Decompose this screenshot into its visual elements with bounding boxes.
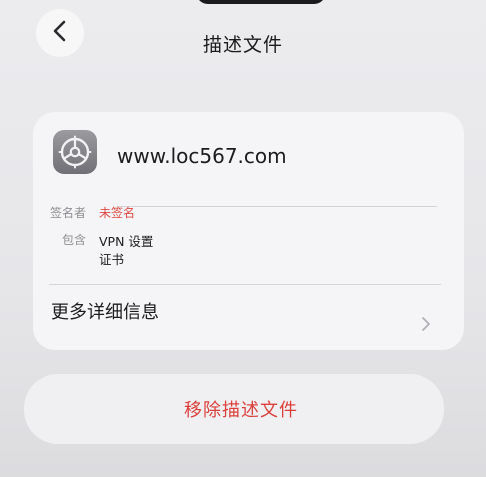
signer-label: 签名者 <box>50 206 87 220</box>
profile-name: www.loc567.com <box>117 144 287 168</box>
dynamic-island <box>196 0 326 4</box>
divider <box>49 284 441 285</box>
remove-profile-label: 移除描述文件 <box>184 400 298 421</box>
contains-certificate: 证书 <box>99 252 125 267</box>
divider <box>117 206 437 207</box>
signer-value: 未签名 <box>99 206 136 220</box>
profile-card: www.loc567.com 签名者 未签名 包含 VPN 设置 证书 更多详细… <box>33 112 464 350</box>
more-info-row[interactable]: 更多详细信息 <box>51 298 159 324</box>
chevron-right-icon[interactable] <box>421 316 431 336</box>
page-title: 描述文件 <box>202 34 283 56</box>
contains-label: 包含 <box>62 233 87 247</box>
profile-screen: 描述文件 www.loc567.com 签名者 未签名 包含 VPN 设置 证书 <box>0 0 486 477</box>
contains-vpn: VPN 设置 <box>99 234 154 249</box>
remove-profile-button[interactable]: 移除描述文件 <box>24 374 444 444</box>
gear-icon <box>53 130 97 174</box>
